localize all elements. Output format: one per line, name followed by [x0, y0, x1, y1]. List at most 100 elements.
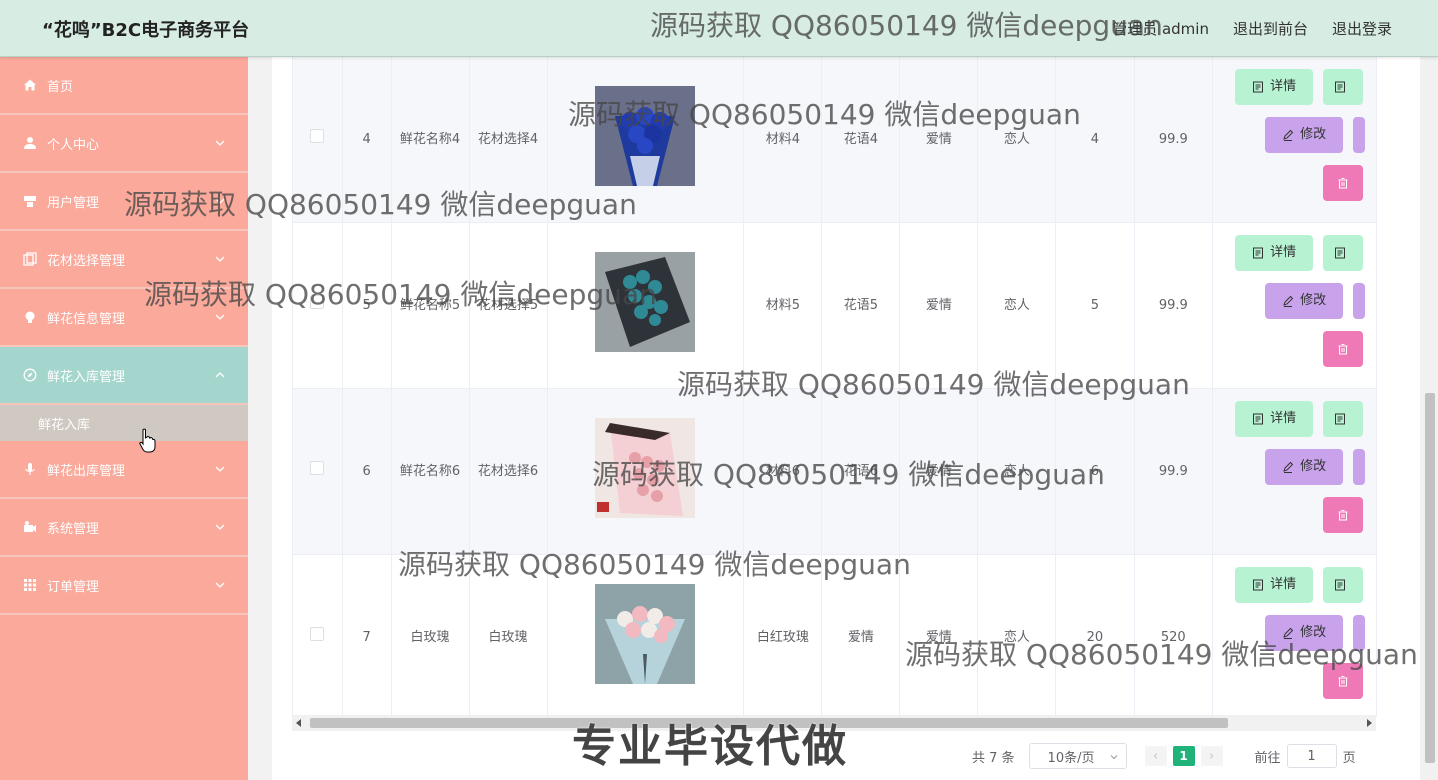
edit-button[interactable]: 修改: [1265, 615, 1344, 651]
chevron-down-icon: [215, 256, 225, 262]
delete-button[interactable]: [1323, 331, 1364, 367]
grid-icon: [22, 577, 38, 593]
page-size-value: 10条/页: [1047, 750, 1095, 766]
detail-button-2[interactable]: [1323, 235, 1364, 271]
cell-material: 材料6: [743, 388, 823, 555]
back-to-front-link[interactable]: 退出到前台: [1233, 18, 1308, 39]
chevron-up-icon: [215, 372, 225, 378]
cell-material-choice: 白玫瑰: [469, 554, 548, 717]
sidebar-item-material[interactable]: 花材选择管理: [0, 231, 248, 289]
cell-name: 鲜花名称6: [391, 388, 470, 555]
sidebar-item-stock-out[interactable]: 鲜花出库管理: [0, 441, 248, 499]
cell-flower-language: 爱情: [821, 554, 901, 717]
delete-button[interactable]: [1323, 165, 1364, 201]
edit-button-2[interactable]: [1353, 449, 1366, 485]
sidebar-item-flower-info[interactable]: 鲜花信息管理: [0, 289, 248, 347]
row-checkbox[interactable]: [310, 460, 325, 475]
chevron-down-icon: [215, 140, 225, 146]
cell-flower-language: 花语5: [821, 222, 901, 389]
row-checkbox[interactable]: [310, 128, 325, 143]
sidebar-item-orders[interactable]: 订单管理: [0, 557, 248, 615]
sidebar-item-users[interactable]: 用户管理: [0, 173, 248, 231]
detail-button[interactable]: 详情: [1235, 69, 1314, 105]
edit-button[interactable]: 修改: [1265, 283, 1344, 319]
cell-material: 白红玫瑰: [743, 554, 823, 717]
sidebar-item-system[interactable]: 系统管理: [0, 499, 248, 557]
cell-id: 7: [342, 554, 392, 717]
cell-material-choice: 花材选择4: [469, 57, 548, 223]
chevron-down-icon: [215, 198, 225, 204]
compass-icon: [22, 367, 38, 383]
table-row: 6 鲜花名称6 花材选择6 材料6 花语6 爱情 恋人 6 99.9 详情 修改: [293, 388, 1377, 555]
cell-price: 99.9: [1134, 388, 1214, 555]
sidebar-item-profile[interactable]: 个人中心: [0, 115, 248, 173]
sidebar-item-label: 花材选择管理: [47, 253, 126, 269]
detail-button[interactable]: 详情: [1235, 235, 1314, 271]
cell-theme: 爱情: [899, 554, 979, 717]
data-table: 4 鲜花名称4 花材选择4 材料4 花语4 爱情 恋人 4 99.9 详情 修改…: [292, 57, 1377, 717]
table-panel: 4 鲜花名称4 花材选择4 材料4 花语4 爱情 恋人 4 99.9 详情 修改…: [272, 57, 1420, 780]
document-icon: [1335, 579, 1346, 591]
chevron-down-icon: [215, 582, 225, 588]
detail-button-2[interactable]: [1323, 401, 1364, 437]
sidebar-item-label: 系统管理: [47, 521, 100, 537]
edit-button-2[interactable]: [1353, 283, 1366, 319]
scroll-right-arrow-icon[interactable]: [1367, 719, 1372, 727]
scroll-left-arrow-icon[interactable]: [296, 719, 301, 727]
sidebar-item-stock-in[interactable]: 鲜花入库管理: [0, 347, 248, 405]
delete-button[interactable]: [1323, 663, 1364, 699]
document-icon: [1253, 413, 1264, 425]
edit-button[interactable]: 修改: [1265, 117, 1344, 153]
sidebar-item-home[interactable]: 首页: [0, 57, 248, 115]
home-icon: [22, 77, 38, 93]
pagination: 共 7 条 10条/页 ‹ 1 › 前往 1 页: [972, 743, 1356, 769]
copy-icon: [22, 251, 38, 267]
user-icon: [22, 135, 38, 151]
page-size-select[interactable]: 10条/页: [1028, 743, 1127, 769]
cell-theme: 爱情: [899, 388, 979, 555]
edit-button-2[interactable]: [1353, 615, 1366, 651]
vertical-scrollbar[interactable]: [1422, 57, 1438, 780]
detail-button[interactable]: 详情: [1235, 401, 1314, 437]
row-actions: 详情 修改: [1213, 555, 1376, 717]
current-page[interactable]: 1: [1172, 746, 1195, 766]
goto-page-input[interactable]: 1: [1286, 744, 1337, 768]
mic-icon: [22, 461, 38, 477]
cell-theme: 爱情: [899, 222, 979, 389]
row-actions: 详情 修改: [1213, 223, 1376, 388]
delete-button[interactable]: [1323, 497, 1364, 533]
logout-link[interactable]: 退出登录: [1332, 18, 1392, 39]
bulb-icon: [22, 309, 38, 325]
detail-button[interactable]: 详情: [1235, 567, 1314, 603]
cell-material: 材料5: [743, 222, 823, 389]
edit-button[interactable]: 修改: [1265, 449, 1344, 485]
app-title: “花鸣”B2C电子商务平台: [42, 20, 250, 41]
cell-price: 99.9: [1134, 222, 1214, 389]
document-icon: [1253, 579, 1264, 591]
cell-recipient: 恋人: [977, 554, 1057, 717]
detail-button-2[interactable]: [1323, 567, 1364, 603]
cell-price: 520: [1134, 554, 1214, 717]
sidebar-item-label: 鲜花出库管理: [47, 463, 126, 479]
document-icon: [1335, 413, 1346, 425]
row-checkbox[interactable]: [310, 294, 325, 309]
edit-button-2[interactable]: [1353, 117, 1366, 153]
detail-button-2[interactable]: [1323, 69, 1364, 105]
cell-name: 鲜花名称5: [391, 222, 470, 389]
detail-label: 详情: [1270, 245, 1297, 260]
vertical-scroll-thumb[interactable]: [1425, 393, 1435, 763]
sidebar-item-label: 鲜花信息管理: [47, 311, 126, 327]
submenu-item-stock-in[interactable]: 鲜花入库: [0, 405, 248, 441]
cell-flower-language: 花语6: [821, 388, 901, 555]
prev-page-button[interactable]: ‹: [1144, 746, 1167, 766]
sidebar-item-label: 订单管理: [47, 579, 100, 595]
cell-id: 5: [342, 222, 392, 389]
document-icon: [1335, 81, 1346, 93]
row-checkbox[interactable]: [310, 626, 325, 641]
hand-cursor-icon: [139, 428, 156, 453]
trash-icon: [1338, 178, 1348, 189]
users-icon: [22, 193, 38, 209]
header-actions: 管理员 admin 退出到前台 退出登录: [1112, 18, 1392, 39]
edit-label: 修改: [1300, 293, 1327, 308]
next-page-button[interactable]: ›: [1200, 746, 1223, 766]
